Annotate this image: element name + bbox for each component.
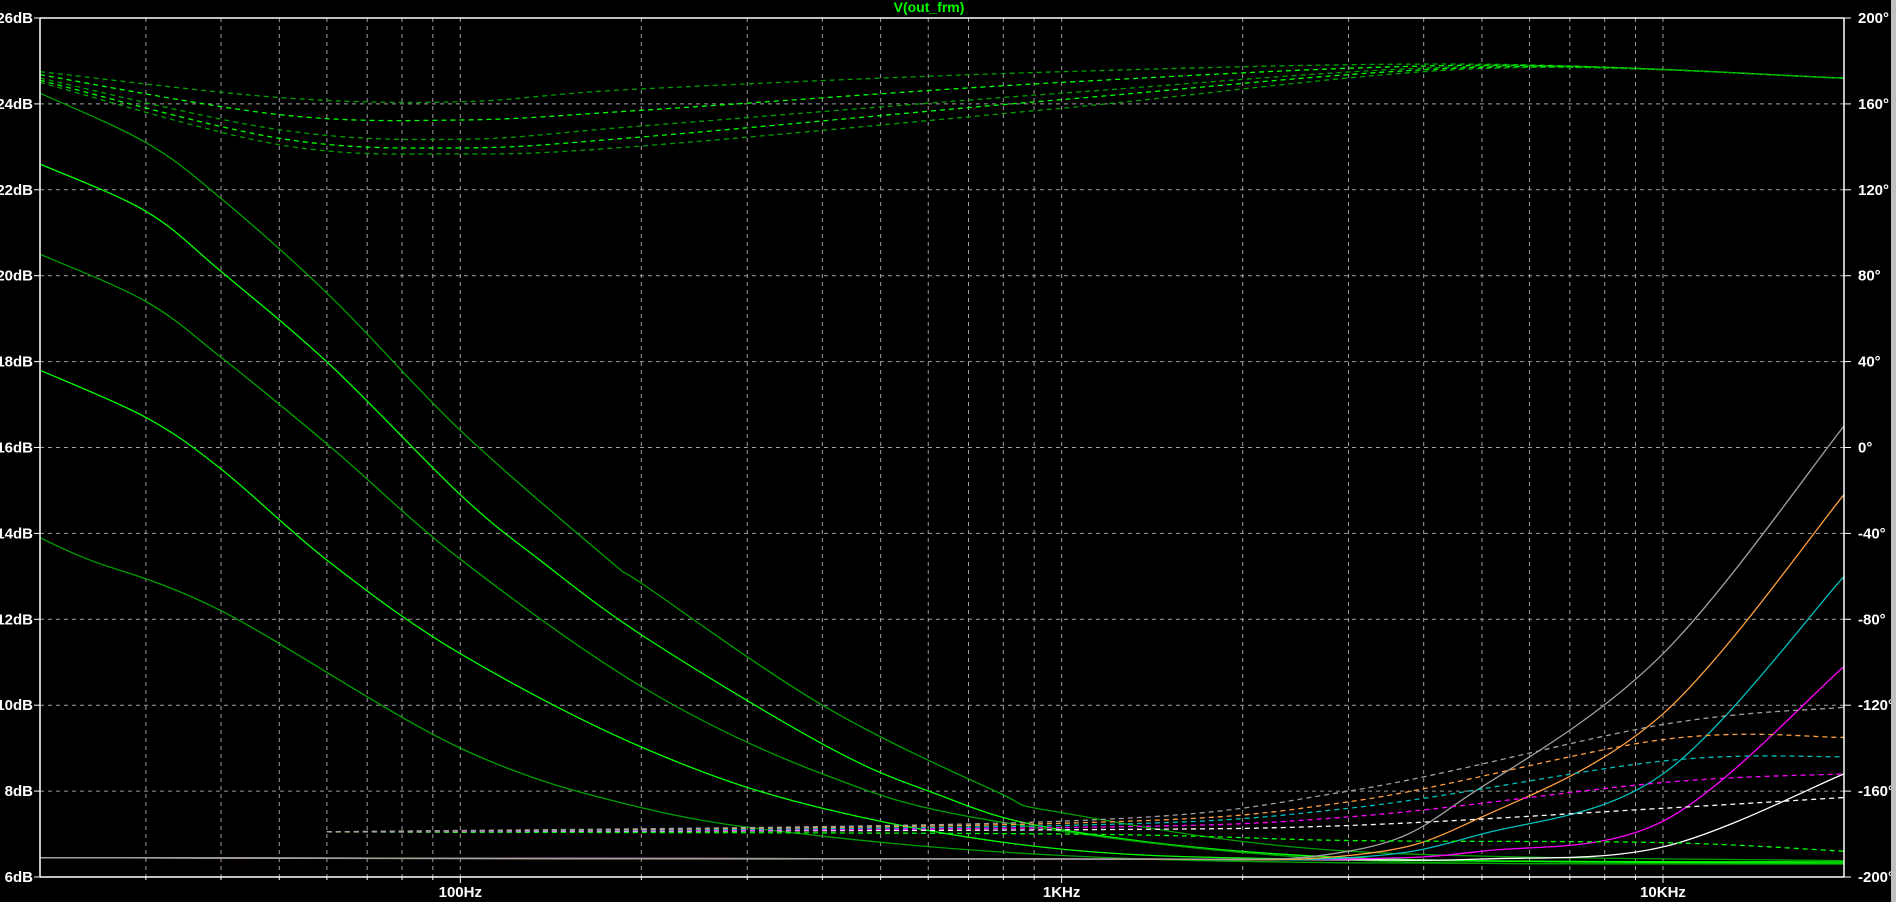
series-line-phase-3: [39, 65, 1845, 141]
y-tick-label-left: 6dB: [5, 869, 34, 886]
y-tick-label-left: 22dB: [0, 182, 33, 199]
y-tick-label-right: -80°: [1858, 611, 1886, 628]
y-tick-label-right: 200°: [1858, 10, 1889, 27]
chart-title[interactable]: V(out_frm): [894, 0, 965, 15]
y-tick-label-right: -120°: [1858, 697, 1894, 714]
series-line-mag-orange: [39, 494, 1845, 861]
bode-plot: V(out_frm) 26dB 24dB 22dB 20dB 18dB 16dB 14dB 1…: [0, 0, 1894, 901]
series-line-mag-2: [39, 163, 1845, 863]
y-tick-label-right: -200°: [1858, 869, 1894, 886]
y-tick-label-right: -40°: [1858, 525, 1886, 542]
series-line-mag-gray: [39, 425, 1845, 860]
x-tick-label: 1KHz: [1043, 884, 1081, 901]
grid: [40, 18, 1844, 877]
series-line-mag-4: [39, 369, 1845, 864]
y-tick-label-right: 80°: [1858, 268, 1881, 285]
y-tick-label-left: 10dB: [0, 697, 33, 714]
series-line-phase-4: [39, 66, 1845, 149]
y-tick-label-right: 40°: [1858, 354, 1881, 371]
y-tick-label-left: 24dB: [0, 96, 33, 113]
y-tick-label-left: 8dB: [5, 783, 34, 800]
y-tick-label-left: 16dB: [0, 440, 33, 457]
series-line-phase-green-low: [326, 831, 1845, 852]
y-tick-label-left: 26dB: [0, 10, 33, 27]
series-line-mag-cyan: [39, 575, 1845, 861]
series-group: [39, 63, 1845, 865]
y-tick-label-right: 120°: [1858, 182, 1889, 199]
series-line-mag-1: [39, 92, 1845, 862]
y-tick-label-left: 12dB: [0, 611, 33, 628]
y-tick-label-right: 160°: [1858, 96, 1889, 113]
series-line-mag-5: [39, 537, 1845, 865]
window-border: [1891, 0, 1896, 902]
series-line-phase-gray: [326, 706, 1845, 833]
y-tick-label-right: 0°: [1858, 440, 1872, 457]
x-tick-label: 10KHz: [1640, 884, 1686, 901]
series-line-phase-2: [39, 64, 1845, 122]
series-line-mag-3: [39, 253, 1845, 865]
x-tick-label: 100Hz: [439, 884, 482, 901]
axes: 26dB 24dB 22dB 20dB 18dB 16dB 14dB 12dB 10dB 8dB 6…: [0, 10, 1894, 901]
y-tick-label-left: 20dB: [0, 268, 33, 285]
y-tick-label-right: -160°: [1858, 783, 1894, 800]
y-tick-label-left: 14dB: [0, 525, 33, 542]
y-tick-label-left: 18dB: [0, 354, 33, 371]
series-line-phase-1: [39, 63, 1845, 104]
series-line-phase-5: [39, 66, 1845, 155]
